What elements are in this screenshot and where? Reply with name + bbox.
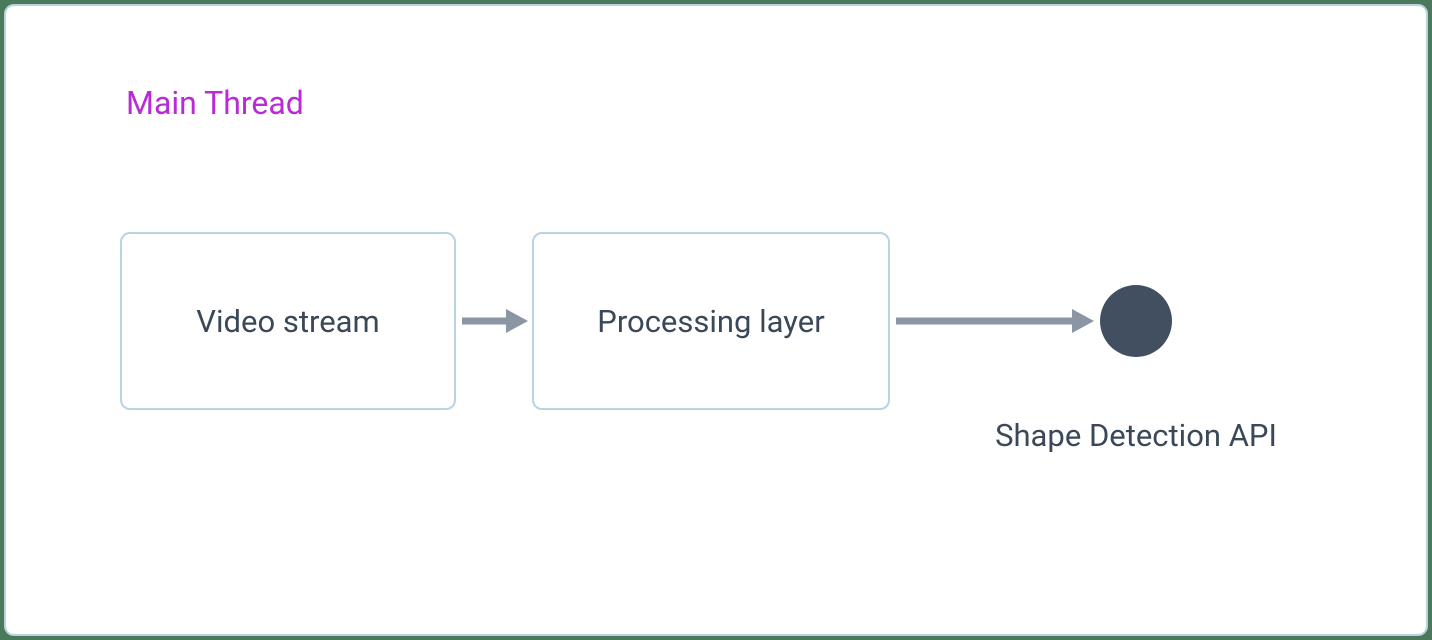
node-shape-detection-label: Shape Detection API [995, 417, 1277, 454]
node-video-stream: Video stream [120, 232, 456, 410]
node-shape-detection: Shape Detection API [1100, 285, 1172, 357]
arrow-icon [456, 301, 532, 341]
arrow-icon [890, 301, 1098, 341]
diagram-title: Main Thread [126, 84, 304, 122]
node-video-stream-label: Video stream [196, 303, 379, 340]
circle-icon [1100, 285, 1172, 357]
node-processing-layer: Processing layer [532, 232, 890, 410]
flow-row: Video stream Processing layer Shape Dete… [120, 232, 1172, 410]
diagram-container: Main Thread Video stream Processing laye… [4, 4, 1428, 636]
node-processing-layer-label: Processing layer [597, 303, 824, 340]
